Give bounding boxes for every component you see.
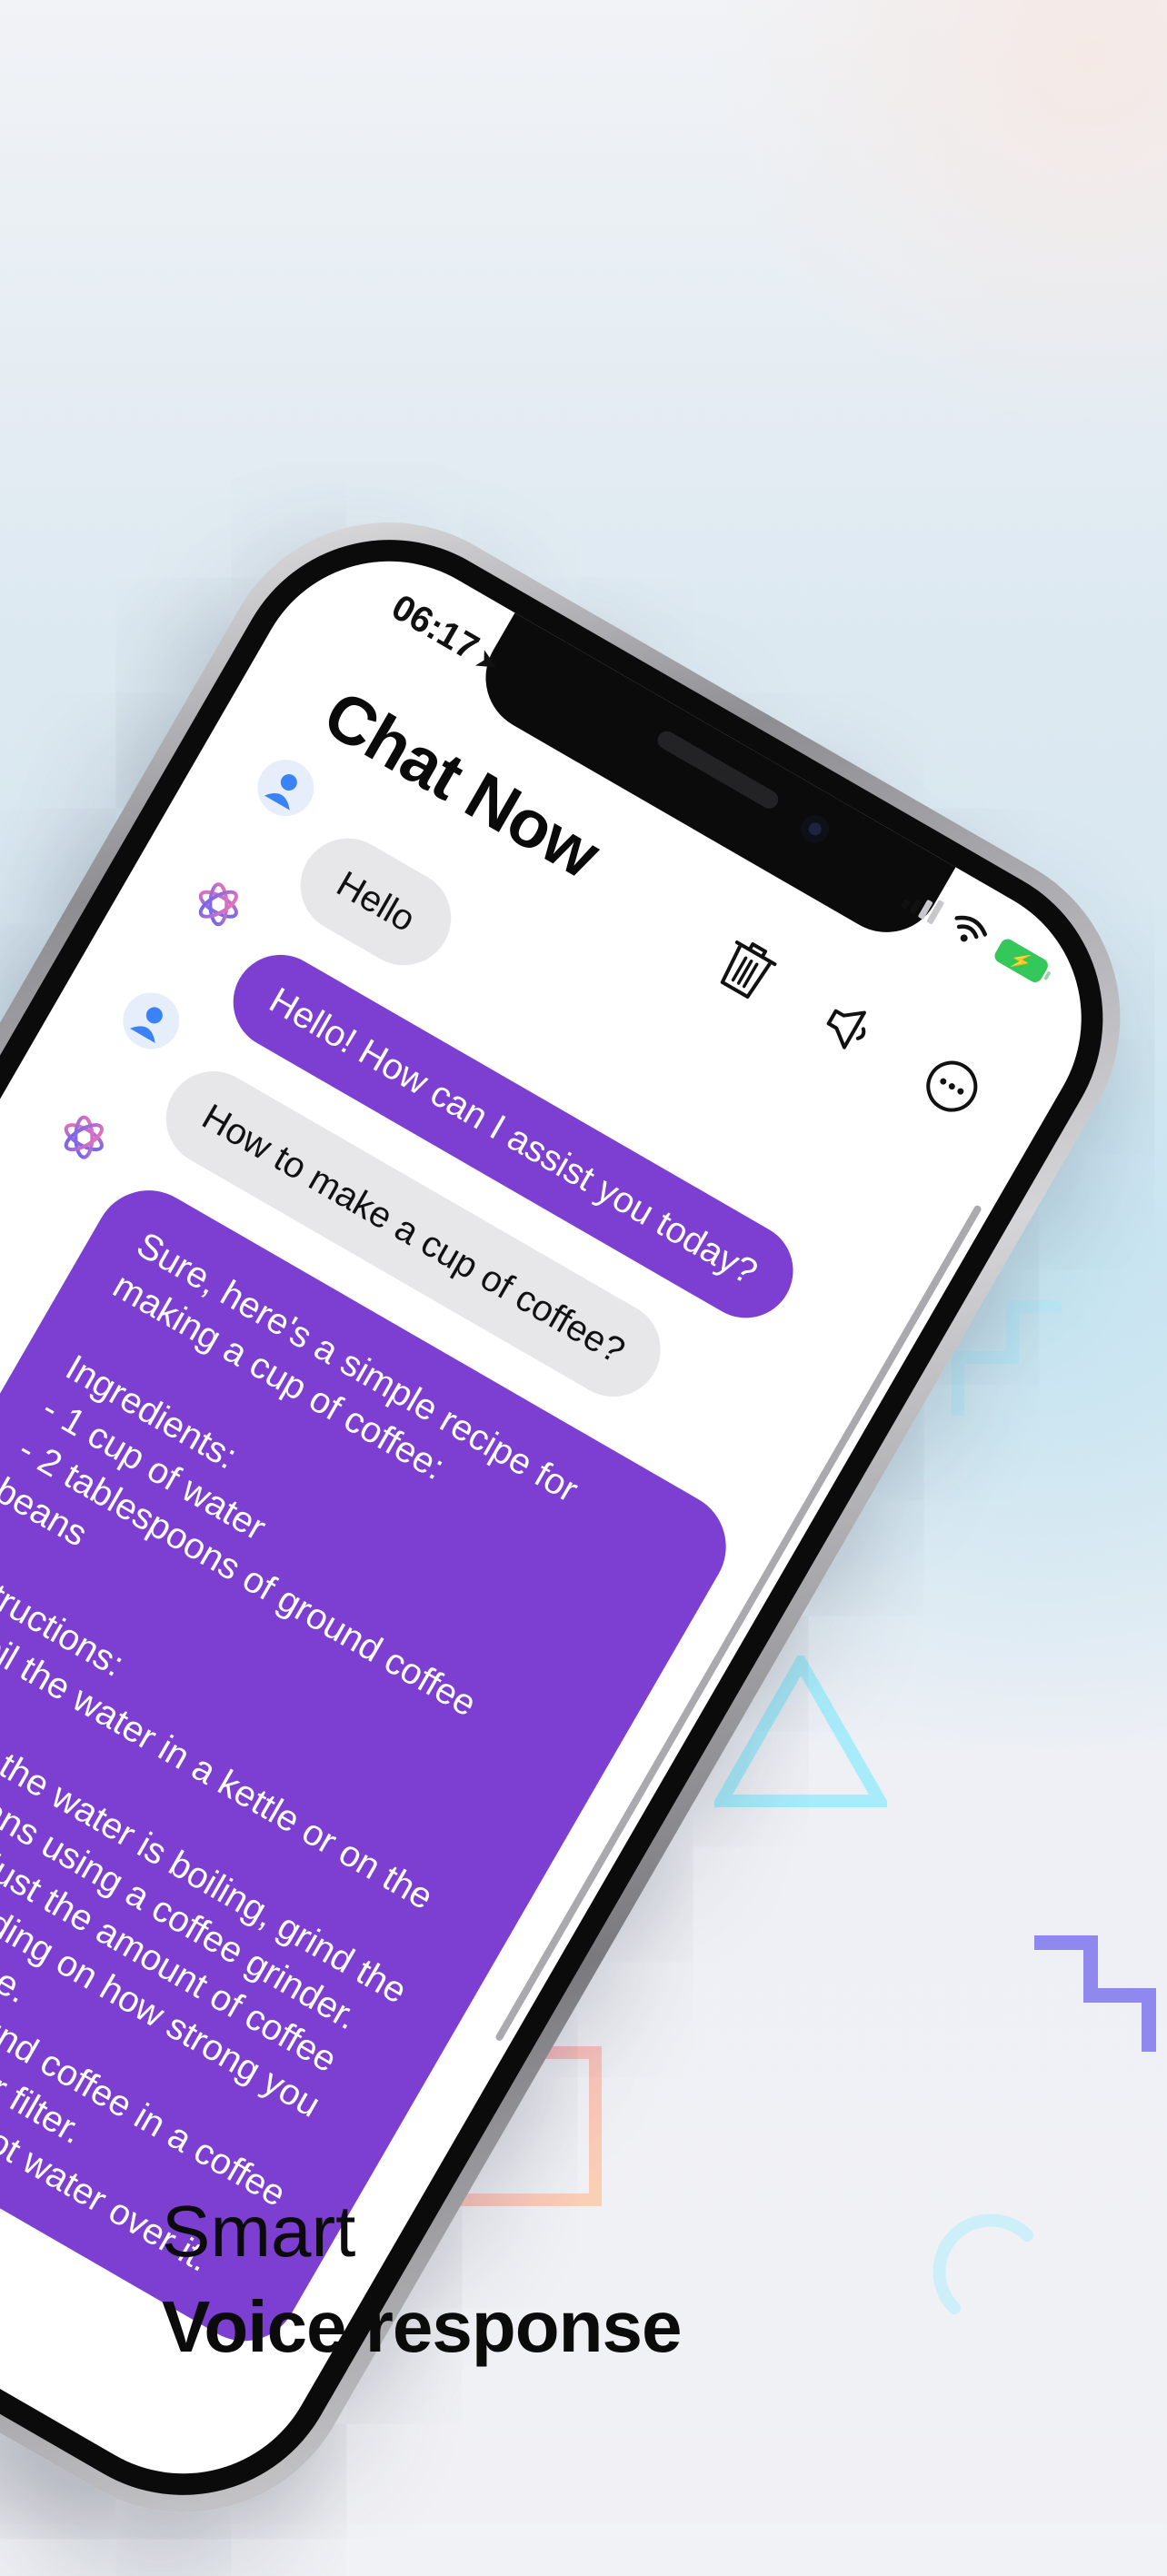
trash-icon (720, 940, 777, 999)
user-avatar-icon (247, 749, 324, 827)
status-time: 06:17➤ (384, 587, 504, 680)
caption-line-1: Smart (162, 2191, 356, 2272)
voice-button[interactable] (805, 982, 894, 1071)
battery-charging-icon: ⚡ (992, 936, 1051, 985)
arc-decoration (933, 2213, 1033, 2314)
camera-icon (796, 810, 834, 848)
user-message: Hello (283, 821, 469, 983)
wifi-icon (954, 915, 988, 942)
zigzag-indigo-decoration (1034, 1935, 1156, 2052)
speaker-icon (826, 1009, 866, 1049)
more-icon (926, 1060, 978, 1112)
more-options-button[interactable] (907, 1041, 996, 1130)
caption-line-2: Voice response (162, 2286, 682, 2367)
delete-button[interactable] (703, 923, 792, 1012)
